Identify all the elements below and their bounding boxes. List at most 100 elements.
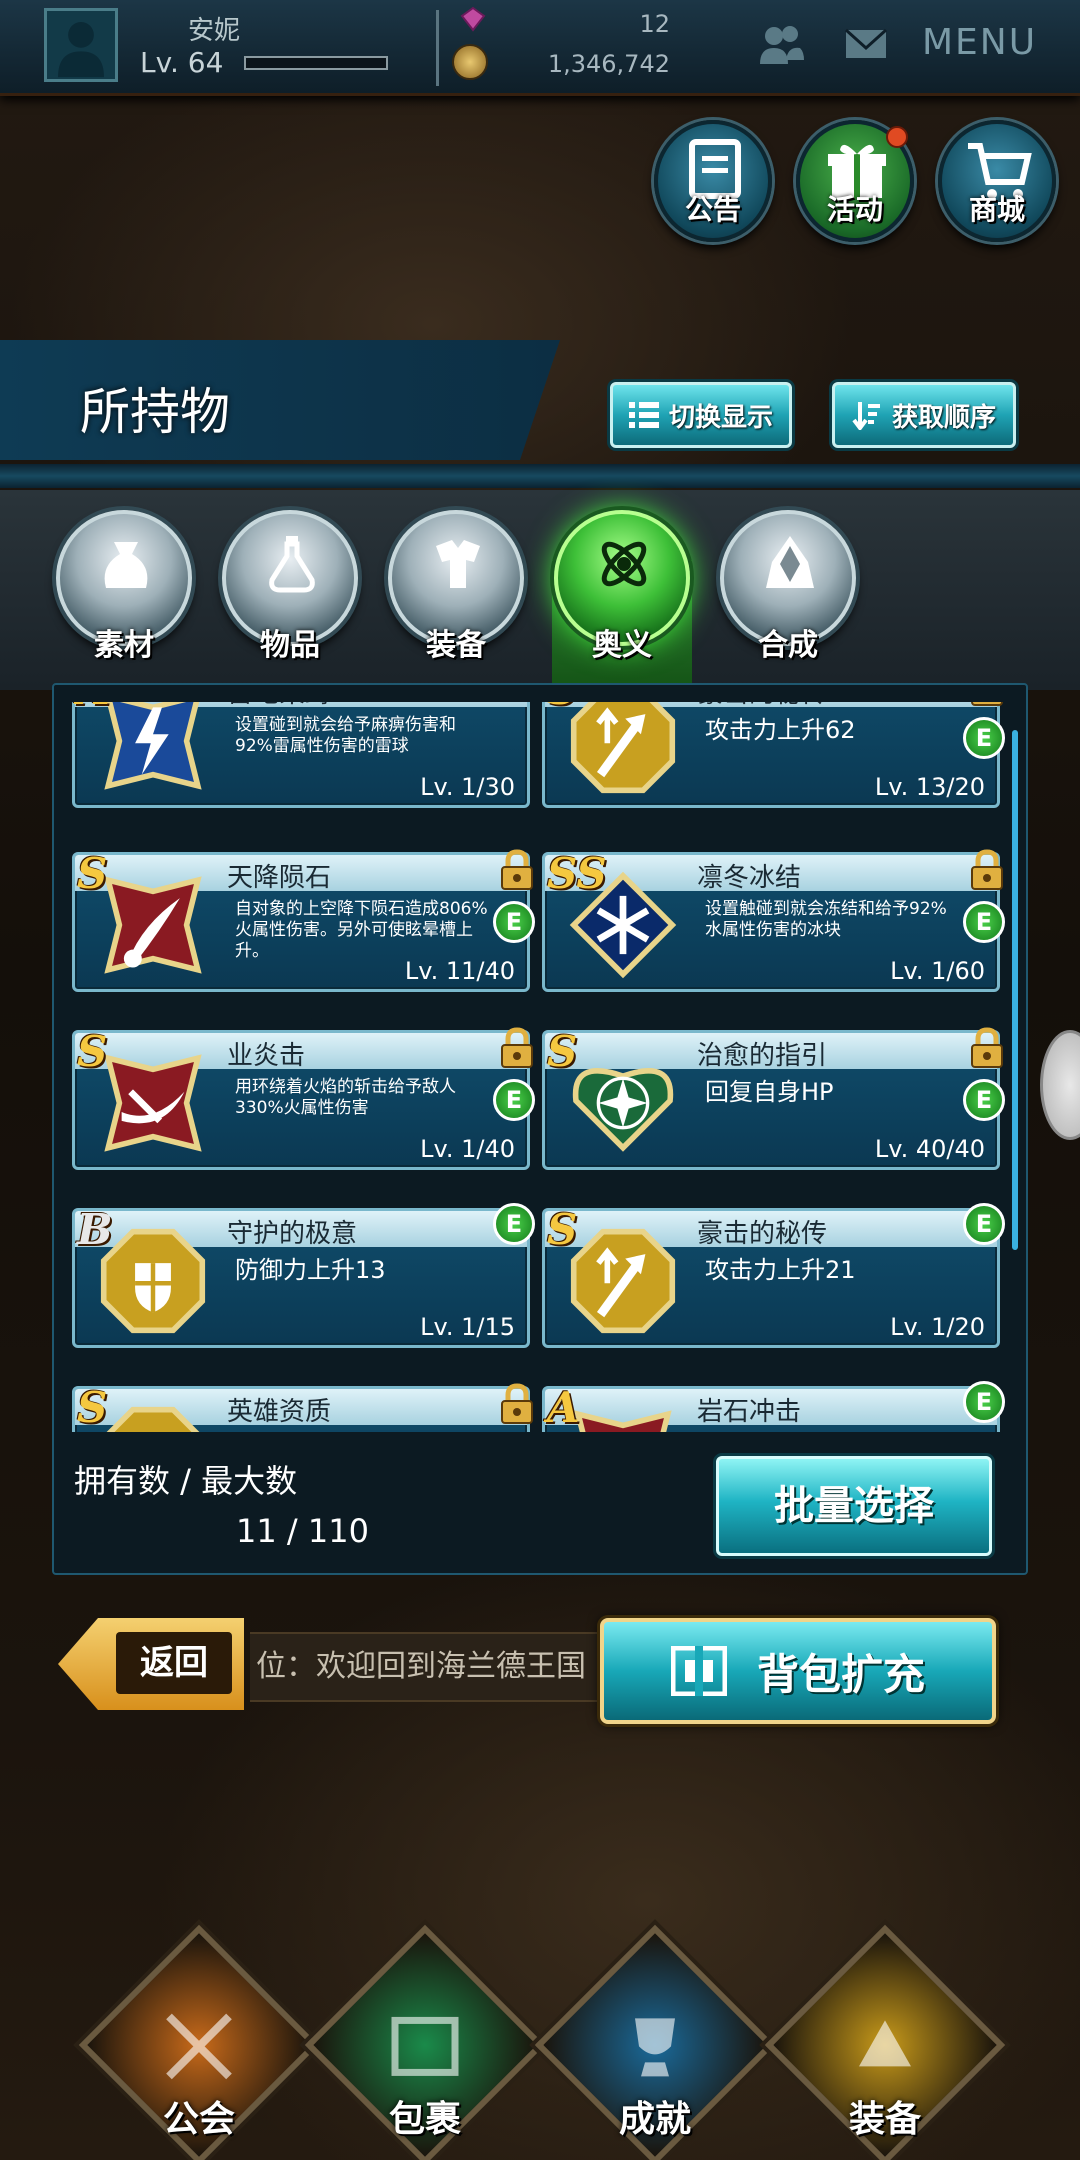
equipped-badge: E: [493, 1203, 535, 1245]
back-label: 返回: [116, 1632, 232, 1694]
sort-order-button[interactable]: 获取顺序: [832, 382, 1016, 448]
tab-equipment-label: 装备: [426, 628, 486, 663]
equipped-badge: E: [963, 901, 1005, 943]
grid-list-icon: [628, 402, 659, 428]
skill-card[interactable]: A 雷电束缚设置碰到就会给予麻痹伤害和92%雷属性伤害的雷球 Lv. 1/30: [72, 702, 530, 808]
skill-card[interactable]: A 岩石冲击 E: [542, 1381, 1005, 1432]
thunder-icon: [104, 702, 202, 790]
lock-icon[interactable]: [499, 1383, 535, 1425]
gem-count: 12: [639, 10, 670, 38]
heal-icon: [572, 1068, 674, 1152]
skill-name: 豪击的秘传: [697, 1219, 828, 1249]
skill-name: 雷电束缚: [227, 702, 331, 710]
rank-badge: S: [77, 1383, 108, 1432]
capacity-value: 11 / 110: [236, 1512, 369, 1550]
toggle-display-label: 切换显示: [668, 402, 773, 433]
scrollbar[interactable]: [1012, 730, 1018, 1250]
expand-bag-label: 背包扩充: [756, 1649, 925, 1699]
skill-level: Lv. 1/30: [420, 773, 515, 801]
bag-icon: [104, 542, 148, 588]
meteor-icon: [104, 876, 202, 974]
gold-count: 1,346,742: [547, 50, 670, 78]
armor-icon: [436, 540, 480, 588]
notification-dot: [886, 126, 908, 148]
skill-card[interactable]: S 业炎击用环绕着火焰的斩击给予敌人330%火属性伤害 Lv. 1/40 E: [72, 1027, 535, 1170]
gem-icon: [460, 6, 486, 32]
skill-level: Lv. 13/20: [874, 773, 985, 801]
notice-button[interactable]: 公告: [654, 120, 772, 242]
rank-badge: S: [77, 1027, 108, 1076]
coin-icon: [452, 44, 488, 80]
shop-button[interactable]: 商城: [938, 120, 1056, 242]
top-status-bar: 安妮 Lv. 64 12 1,346,742 MENU: [0, 0, 1080, 96]
expand-bag-button[interactable]: 背包扩充: [600, 1618, 996, 1724]
bottom-nav-label: 公会: [162, 2099, 235, 2140]
sort-order-label: 获取顺序: [891, 402, 996, 433]
skill-card[interactable]: S 豪击的秘传攻击力上升62 Lv. 13/20 E: [542, 702, 1005, 808]
skill-level: Lv. 1/60: [890, 957, 985, 985]
skill-name: 英雄资质: [227, 1397, 332, 1427]
tab-skills[interactable]: 奥义: [554, 510, 690, 663]
skill-name: 天降陨石: [227, 863, 332, 893]
skill-name: 治愈的指引: [697, 1041, 828, 1071]
lock-icon[interactable]: [499, 849, 535, 891]
mail-icon[interactable]: [842, 20, 890, 68]
tab-synthesis[interactable]: 合成: [720, 510, 856, 663]
bottom-nav-label: 包裹: [388, 2099, 461, 2140]
skill-level: Lv. 1/40: [420, 1135, 515, 1163]
skill-level: Lv. 1/15: [420, 1313, 515, 1341]
skill-card[interactable]: S 治愈的指引 回复自身HP Lv. 40/40 E: [542, 1027, 1005, 1170]
rank-badge: A: [77, 702, 110, 714]
rank-badge: B: [77, 1205, 113, 1254]
bottom-nav-label: 装备: [848, 2099, 921, 2140]
skill-name: 业炎击: [227, 1041, 306, 1071]
sword-up-icon: [570, 1228, 676, 1334]
skill-card[interactable]: S 豪击的秘传 攻击力上升21 Lv. 1/20 E: [542, 1203, 1005, 1348]
hero-icon: [106, 1406, 200, 1432]
lock-icon[interactable]: [969, 849, 1005, 891]
skill-description: 回复自身HP: [705, 1078, 834, 1106]
skill-description: 设置碰到就会给予麻痹伤害和92%雷属性伤害的雷球: [235, 715, 456, 756]
rank-badge: S: [547, 1205, 578, 1254]
nav-icon: [859, 2020, 911, 2067]
skill-level: Lv. 1/20: [890, 1313, 985, 1341]
skill-description: 攻击力上升21: [705, 1256, 856, 1284]
sort-icon: [852, 402, 880, 430]
lock-icon[interactable]: [969, 1027, 1005, 1069]
tab-materials[interactable]: 素材: [56, 510, 192, 663]
skill-description: 用环绕着火焰的斩击给予敌人330%火属性伤害: [235, 1077, 456, 1118]
skill-description: 自对象的上空降下陨石造成806%火属性伤害。另外可使眩晕槽上升。: [235, 899, 488, 961]
atom-icon: [601, 541, 647, 587]
skill-card[interactable]: SS 凛冬冰结 设置触碰到就会冻结和给予92%水属性伤害的冰块 Lv. 1/60 E: [542, 849, 1005, 992]
notice-label: 公告: [684, 193, 741, 226]
nav-icon: [391, 2016, 459, 2076]
skill-description: 防御力上升13: [235, 1256, 386, 1284]
skill-card[interactable]: B 守护的极意 防御力上升13 Lv. 1/15 E: [72, 1203, 535, 1348]
friends-icon[interactable]: [756, 20, 806, 68]
batch-select-button[interactable]: 批量选择: [716, 1456, 992, 1556]
skill-list[interactable]: A 雷电束缚设置碰到就会给予麻痹伤害和92%雷属性伤害的雷球 Lv. 1/30 S 豪击…: [66, 702, 1006, 1432]
equipped-badge: E: [963, 717, 1005, 759]
tab-equipment[interactable]: 装备: [388, 510, 524, 663]
tab-items[interactable]: 物品: [222, 510, 358, 663]
lock-icon[interactable]: [499, 1027, 535, 1069]
equipped-badge: E: [493, 1079, 535, 1121]
rank-badge: S: [77, 849, 108, 898]
rank-badge: A: [547, 1383, 580, 1432]
tab-synthesis-label: 合成: [758, 628, 818, 663]
event-button[interactable]: 活动: [796, 120, 914, 242]
rank-badge: S: [547, 1027, 578, 1076]
toggle-display-button[interactable]: 切换显示: [610, 382, 792, 448]
avatar[interactable]: [44, 8, 118, 82]
equipped-badge: E: [963, 1381, 1005, 1423]
lock-icon[interactable]: [969, 702, 1005, 707]
divider: [436, 10, 439, 86]
skill-level: Lv. 40/40: [874, 1135, 985, 1163]
crystal-icon: [766, 536, 814, 588]
exp-bar: [244, 56, 388, 70]
menu-button[interactable]: MENU: [922, 22, 1037, 63]
skill-card[interactable]: S 天降陨石 自对象的上空降下陨石造成806%火属性伤害。另外可使眩晕槽上升。 Lv.…: [72, 849, 535, 992]
skill-card[interactable]: S 英雄资质: [72, 1383, 533, 1432]
capacity-label: 拥有数 / 最大数: [74, 1462, 298, 1500]
tab-materials-label: 素材: [94, 628, 154, 663]
